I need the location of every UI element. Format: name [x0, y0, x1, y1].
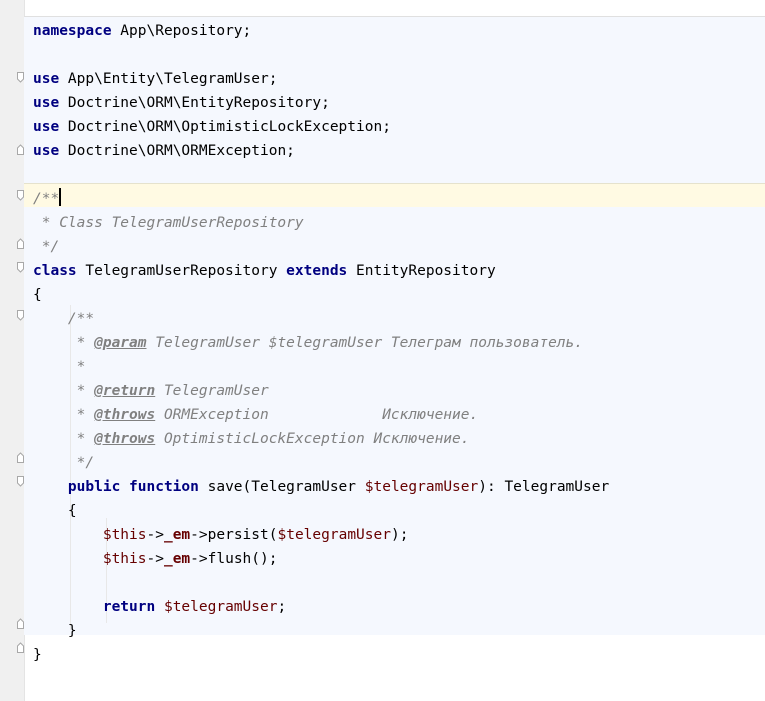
code-token: @return	[94, 383, 156, 399]
code-line[interactable]: $this->_em->persist($telegramUser);	[33, 523, 765, 547]
code-token: TelegramUser	[155, 383, 269, 399]
code-token: extends	[286, 263, 348, 279]
code-token: ->	[146, 551, 164, 567]
code-token: ->	[146, 527, 164, 543]
code-token: App\Entity\TelegramUser;	[59, 71, 278, 87]
code-token: @throws	[94, 431, 156, 447]
code-token: class	[33, 263, 77, 279]
code-token: public function	[67, 479, 199, 495]
code-token: ->persist(	[190, 527, 278, 543]
code-line[interactable]: * @throws OptimisticLockException Исключ…	[33, 427, 765, 451]
code-line[interactable]: use Doctrine\ORM\OptimisticLockException…	[33, 115, 765, 139]
fold-marker-icon[interactable]	[17, 310, 24, 321]
code-token: $telegramUser	[277, 527, 391, 543]
code-line[interactable]: }	[33, 643, 765, 667]
code-token: );	[390, 527, 409, 543]
code-token: *	[33, 431, 95, 447]
code-token: TelegramUser $telegramUser Телеграм поль…	[146, 335, 583, 351]
code-line[interactable]: {	[33, 283, 765, 307]
code-line[interactable]: *	[33, 355, 765, 379]
code-token: {	[33, 287, 42, 303]
code-token: use	[33, 143, 60, 159]
code-line[interactable]: use Doctrine\ORM\ORMException;	[33, 139, 765, 163]
code-line[interactable]: return $telegramUser;	[33, 595, 765, 619]
code-line[interactable]: }	[33, 619, 765, 643]
code-line[interactable]: */	[33, 235, 765, 259]
code-line[interactable]: use App\Entity\TelegramUser;	[33, 67, 765, 91]
code-token: *	[33, 383, 95, 399]
code-line[interactable]	[33, 571, 765, 595]
code-line[interactable]: * @throws ORMException Исключение.	[33, 403, 765, 427]
code-token: use	[33, 119, 60, 135]
code-line[interactable]: {	[33, 499, 765, 523]
code-token: OptimisticLockException Исключение.	[155, 431, 470, 447]
code-line[interactable]: class TelegramUserRepository extends Ent…	[33, 259, 765, 283]
code-token: */	[33, 239, 60, 255]
code-line[interactable]: namespace App\Repository;	[33, 19, 765, 43]
code-token: }	[33, 647, 42, 663]
code-line[interactable]: use Doctrine\ORM\EntityRepository;	[33, 91, 765, 115]
editor-gutter[interactable]	[0, 0, 25, 701]
fold-marker-icon[interactable]	[17, 238, 24, 249]
code-token: /**	[33, 311, 95, 327]
code-token: ): TelegramUser	[478, 479, 610, 495]
code-token: @param	[94, 335, 147, 351]
code-token: ->flush();	[190, 551, 278, 567]
code-token: $telegramUser	[364, 479, 479, 495]
code-line[interactable]: * Class TelegramUserRepository	[33, 211, 765, 235]
code-line[interactable]: /**	[33, 187, 765, 211]
code-token: */	[33, 455, 95, 471]
code-line[interactable]: * @return TelegramUser	[33, 379, 765, 403]
code-token: @throws	[94, 407, 156, 423]
code-token: *	[33, 335, 95, 351]
code-token: *	[33, 359, 86, 375]
code-editor[interactable]: namespace App\Repository; use App\Entity\…	[24, 0, 765, 701]
fold-marker-icon[interactable]	[17, 452, 24, 463]
code-line[interactable]: public function save(TelegramUser $teleg…	[33, 475, 765, 499]
code-token: return	[102, 599, 156, 615]
code-token: Doctrine\ORM\ORMException;	[59, 143, 295, 159]
code-token: $this	[102, 551, 147, 567]
code-token: }	[33, 623, 77, 639]
fold-marker-icon[interactable]	[17, 642, 24, 653]
code-line[interactable]: $this->_em->flush();	[33, 547, 765, 571]
code-token: /**	[33, 191, 60, 207]
code-token: use	[33, 95, 60, 111]
fold-marker-icon[interactable]	[17, 72, 24, 83]
code-token: use	[33, 71, 60, 87]
code-token: * Class TelegramUserRepository	[33, 215, 304, 231]
code-token: namespace	[33, 23, 112, 39]
code-token: App\Repository;	[111, 23, 252, 39]
code-token: Doctrine\ORM\OptimisticLockException;	[59, 119, 391, 135]
code-token: _em	[163, 551, 191, 567]
code-line[interactable]: */	[33, 451, 765, 475]
code-line[interactable]: * @param TelegramUser $telegramUser Теле…	[33, 331, 765, 355]
code-token: {	[33, 503, 77, 519]
fold-marker-icon[interactable]	[17, 262, 24, 273]
code-token: Doctrine\ORM\EntityRepository;	[59, 95, 330, 111]
code-token: EntityRepository	[347, 263, 496, 279]
code-line[interactable]	[33, 43, 765, 67]
code-token: *	[33, 407, 95, 423]
code-token: ORMException Исключение.	[155, 407, 479, 423]
code-token: $this	[102, 527, 147, 543]
code-line[interactable]	[33, 163, 765, 187]
fold-marker-icon[interactable]	[17, 144, 24, 155]
fold-marker-icon[interactable]	[17, 476, 24, 487]
code-token: save(TelegramUser	[198, 479, 365, 495]
text-caret	[59, 188, 62, 206]
fold-marker-icon[interactable]	[17, 190, 24, 201]
code-token: TelegramUserRepository	[76, 263, 287, 279]
code-token: _em	[163, 527, 191, 543]
code-line[interactable]: /**	[33, 307, 765, 331]
code-token: ;	[277, 599, 287, 615]
fold-marker-icon[interactable]	[17, 618, 24, 629]
code-token: $telegramUser	[163, 599, 278, 615]
